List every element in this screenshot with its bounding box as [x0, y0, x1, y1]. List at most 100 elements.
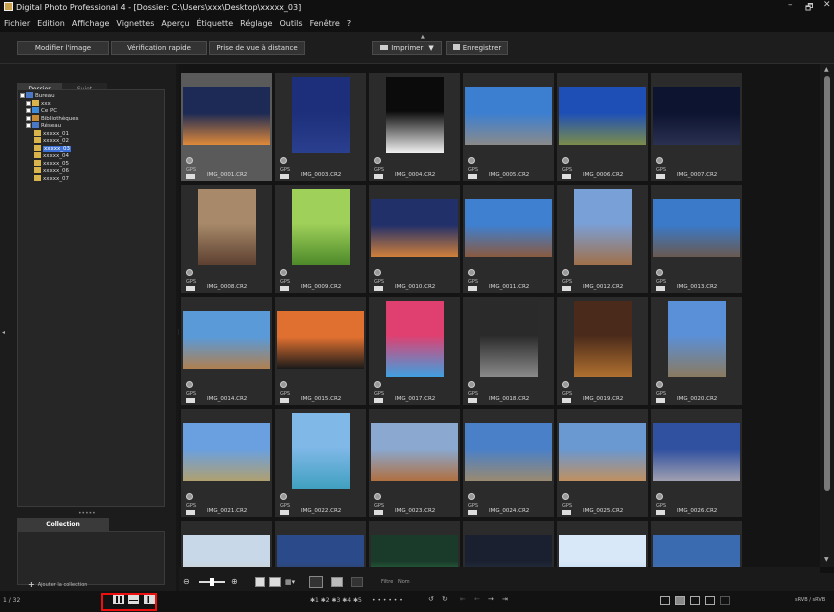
toolbar-collapse-icon[interactable]: ▲: [421, 34, 425, 40]
next-image-icon[interactable]: →: [488, 595, 494, 603]
add-collection-button[interactable]: + Ajouter la collection: [28, 580, 87, 589]
zoom-slider-handle[interactable]: [210, 578, 214, 586]
vertical-scrollbar[interactable]: ▲ ▼: [820, 64, 834, 567]
menu-fenetre[interactable]: Fenêtre: [310, 19, 340, 28]
camera-icon[interactable]: [720, 596, 730, 605]
preview-window-icon[interactable]: [690, 596, 700, 605]
menu-vignettes[interactable]: Vignettes: [116, 19, 154, 28]
thumbnail-item[interactable]: GPS IMG_0025.CR2: [557, 409, 648, 517]
save-button[interactable]: Enregistrer: [446, 41, 508, 55]
thumbnail-item[interactable]: GPS IMG_0018.CR2: [463, 297, 554, 405]
last-image-icon[interactable]: ⇥: [502, 595, 508, 603]
group-icon[interactable]: [331, 577, 343, 587]
thumbnail-item[interactable]: GPS IMG_0013.CR2: [651, 185, 742, 293]
thumbnail-item[interactable]: GPS IMG_0006.CR2: [557, 73, 648, 181]
thumbnail-item[interactable]: GPS IMG_0007.CR2: [651, 73, 742, 181]
gps-label: GPS: [656, 167, 667, 173]
minimize-button[interactable]: –: [788, 0, 793, 10]
rating-filter[interactable]: ✱1 ✱2 ✱3 ✱4 ✱5: [310, 597, 362, 604]
menu-etiquette[interactable]: Étiquette: [196, 19, 233, 28]
thumbnail-item[interactable]: GPS IMG_0011.CR2: [463, 185, 554, 293]
thumbnail-options-icon[interactable]: ▦▾: [285, 577, 295, 587]
tree-item[interactable]: xxxxx_05: [18, 159, 164, 168]
zoom-out-icon[interactable]: ⊖: [183, 577, 190, 587]
menu-help[interactable]: ?: [347, 19, 351, 28]
tree-item[interactable]: Ce PC: [18, 107, 164, 115]
maximize-button[interactable]: 🗗: [805, 0, 813, 16]
thumbnail-item[interactable]: [275, 521, 366, 567]
expand-toggle-icon[interactable]: [20, 93, 25, 98]
thumbnail-item[interactable]: GPS IMG_0001.CR2: [181, 73, 272, 181]
compare-icon[interactable]: [705, 596, 715, 605]
thumbnail-item[interactable]: GPS IMG_0022.CR2: [275, 409, 366, 517]
thumbnail-item[interactable]: GPS IMG_0024.CR2: [463, 409, 554, 517]
expand-toggle-icon[interactable]: [26, 123, 31, 128]
remote-shooting-button[interactable]: Prise de vue à distance: [209, 41, 305, 55]
zoom-in-icon[interactable]: ⊕: [231, 577, 238, 587]
medium-thumbnail-icon[interactable]: [269, 577, 281, 587]
thumbnail-item[interactable]: [463, 521, 554, 567]
small-thumbnail-icon[interactable]: [255, 577, 265, 587]
thumbnail-item[interactable]: GPS IMG_0004.CR2: [369, 73, 460, 181]
thumbnail-item[interactable]: [369, 521, 460, 567]
menu-affichage[interactable]: Affichage: [72, 19, 110, 28]
tree-item[interactable]: xxxxx_06: [18, 167, 164, 175]
tree-item[interactable]: xxxxx_03: [18, 144, 164, 153]
thumbnail-item[interactable]: GPS IMG_0019.CR2: [557, 297, 648, 405]
quick-check-button[interactable]: Vérification rapide: [111, 41, 207, 55]
tree-item[interactable]: xxxxx_02: [18, 137, 164, 145]
thumbnail-item[interactable]: GPS IMG_0015.CR2: [275, 297, 366, 405]
filter-label[interactable]: Filtre: [381, 579, 393, 585]
thumbnail-item[interactable]: GPS IMG_0008.CR2: [181, 185, 272, 293]
expand-toggle-icon[interactable]: [26, 108, 31, 113]
thumbnail-item[interactable]: [181, 521, 272, 567]
thumbnail-item[interactable]: GPS IMG_0010.CR2: [369, 185, 460, 293]
transfer-icon[interactable]: [660, 596, 670, 605]
thumbnail-item[interactable]: GPS IMG_0014.CR2: [181, 297, 272, 405]
thumbnail-item[interactable]: GPS IMG_0005.CR2: [463, 73, 554, 181]
menu-apercu[interactable]: Aperçu: [161, 19, 189, 28]
print-button[interactable]: Imprimer ▼: [372, 41, 442, 55]
thumbnail-item[interactable]: GPS IMG_0026.CR2: [651, 409, 742, 517]
ungroup-icon[interactable]: [351, 577, 363, 587]
tree-item[interactable]: Bureau: [18, 92, 164, 100]
previous-image-icon[interactable]: ←: [474, 595, 480, 603]
sort-name-label[interactable]: Nom: [398, 579, 410, 585]
tree-item[interactable]: xxxxx_01: [18, 129, 164, 138]
thumbnail-item[interactable]: GPS IMG_0023.CR2: [369, 409, 460, 517]
scroll-up-icon[interactable]: ▲: [824, 66, 829, 73]
menu-fichier[interactable]: Fichier: [4, 19, 30, 28]
scroll-down-icon[interactable]: ▼: [824, 556, 829, 563]
panel-resize-grip[interactable]: •••••: [78, 510, 96, 517]
panel-collapse-icon[interactable]: ◂: [2, 329, 5, 336]
thumbnail-item[interactable]: GPS IMG_0012.CR2: [557, 185, 648, 293]
info-icon[interactable]: [675, 596, 685, 605]
rotate-left-icon[interactable]: ↺: [428, 595, 434, 603]
tree-item[interactable]: Réseau: [18, 122, 164, 130]
edit-image-button[interactable]: Modifier l'image: [17, 41, 109, 55]
expand-toggle-icon[interactable]: [26, 115, 31, 121]
tab-collection[interactable]: Collection: [17, 518, 109, 531]
close-button[interactable]: ✕: [823, 0, 831, 10]
tree-item[interactable]: xxxxx_07: [18, 174, 164, 183]
menu-reglage[interactable]: Réglage: [240, 19, 272, 28]
raw-jpeg-icon[interactable]: [309, 576, 323, 588]
thumbnail-item[interactable]: GPS IMG_0017.CR2: [369, 297, 460, 405]
tree-item[interactable]: xxx: [18, 99, 164, 108]
tree-item[interactable]: xxxxx_04: [18, 152, 164, 160]
thumbnail-item[interactable]: GPS IMG_0009.CR2: [275, 185, 366, 293]
first-image-icon[interactable]: ⇤: [460, 595, 466, 603]
edit-status-icon: [186, 493, 193, 500]
thumbnail-item[interactable]: GPS IMG_0021.CR2: [181, 409, 272, 517]
menu-edition[interactable]: Edition: [37, 19, 65, 28]
thumbnail-item[interactable]: GPS IMG_0020.CR2: [651, 297, 742, 405]
thumbnail-item[interactable]: [557, 521, 648, 567]
expand-toggle-icon[interactable]: [26, 100, 31, 106]
menu-outils[interactable]: Outils: [279, 19, 302, 28]
rotate-right-icon[interactable]: ↻: [442, 595, 448, 603]
thumbnail-item[interactable]: GPS IMG_0003.CR2: [275, 73, 366, 181]
tree-item[interactable]: Bibliothèques: [18, 114, 164, 123]
thumbnail-item[interactable]: [651, 521, 742, 567]
color-label-filter[interactable]: • • • • • •: [372, 597, 403, 604]
scrollbar-thumb[interactable]: [824, 76, 830, 491]
